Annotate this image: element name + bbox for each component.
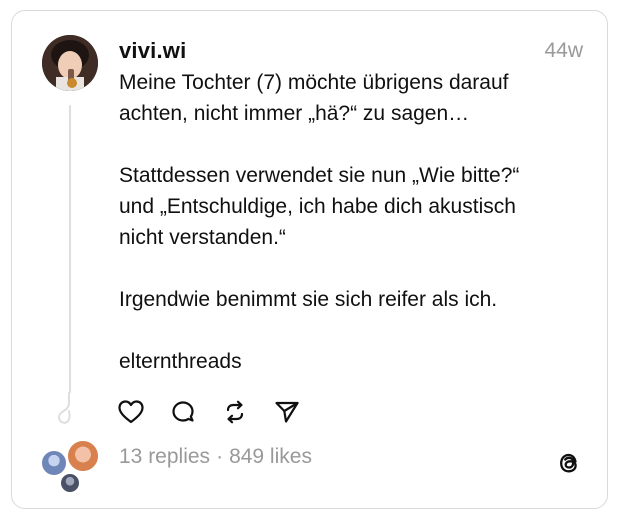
author-avatar-image xyxy=(42,35,98,91)
like-button[interactable] xyxy=(116,397,146,427)
replier-avatars[interactable] xyxy=(40,439,104,495)
post-line: Meine Tochter (7) möchte übrigens darauf xyxy=(119,71,509,94)
repost-icon xyxy=(226,400,244,424)
thread-connector-line xyxy=(69,105,71,393)
post-body: Meine Tochter (7) möchte übrigens darauf… xyxy=(119,67,589,408)
post-line: Irgendwie benimmt sie sich reifer als ic… xyxy=(119,288,498,311)
replies-count-link[interactable]: 13 replies xyxy=(119,445,210,469)
thread-post-card: vivi.wi 44w Meine Tochter (7) möchte übr… xyxy=(11,10,608,509)
hashtag-link[interactable]: elternthreads xyxy=(119,350,242,373)
post-line: nicht verstanden.“ xyxy=(119,226,286,249)
replier-avatar xyxy=(59,472,81,494)
threads-logo-icon[interactable] xyxy=(555,449,583,477)
thread-loop-icon xyxy=(57,392,71,424)
post-line: und „Entschuldige, ich habe dich akustis… xyxy=(119,195,516,218)
send-icon xyxy=(275,401,299,423)
heart-icon xyxy=(118,400,144,424)
stats-separator: · xyxy=(216,445,224,468)
likes-count-link[interactable]: 849 likes xyxy=(229,445,312,469)
author-avatar[interactable] xyxy=(42,35,98,91)
post-tag-paragraph: elternthreads xyxy=(119,346,589,377)
post-paragraph: Irgendwie benimmt sie sich reifer als ic… xyxy=(119,284,589,315)
post-line: Stattdessen verwendet sie nun „Wie bitte… xyxy=(119,164,520,187)
post-stats: 13 replies · 849 likes xyxy=(119,445,312,469)
author-username[interactable]: vivi.wi xyxy=(119,38,186,64)
repost-button[interactable] xyxy=(220,397,250,427)
share-button[interactable] xyxy=(272,397,302,427)
comment-icon xyxy=(172,401,194,422)
post-paragraph: Meine Tochter (7) möchte übrigens darauf… xyxy=(119,67,589,129)
comment-button[interactable] xyxy=(168,397,198,427)
post-line: achten, nicht immer „hä?“ zu sagen… xyxy=(119,102,470,125)
post-timestamp[interactable]: 44w xyxy=(544,39,583,63)
post-actions xyxy=(116,397,302,427)
replier-avatar xyxy=(66,439,100,473)
post-paragraph: Stattdessen verwendet sie nun „Wie bitte… xyxy=(119,160,589,253)
